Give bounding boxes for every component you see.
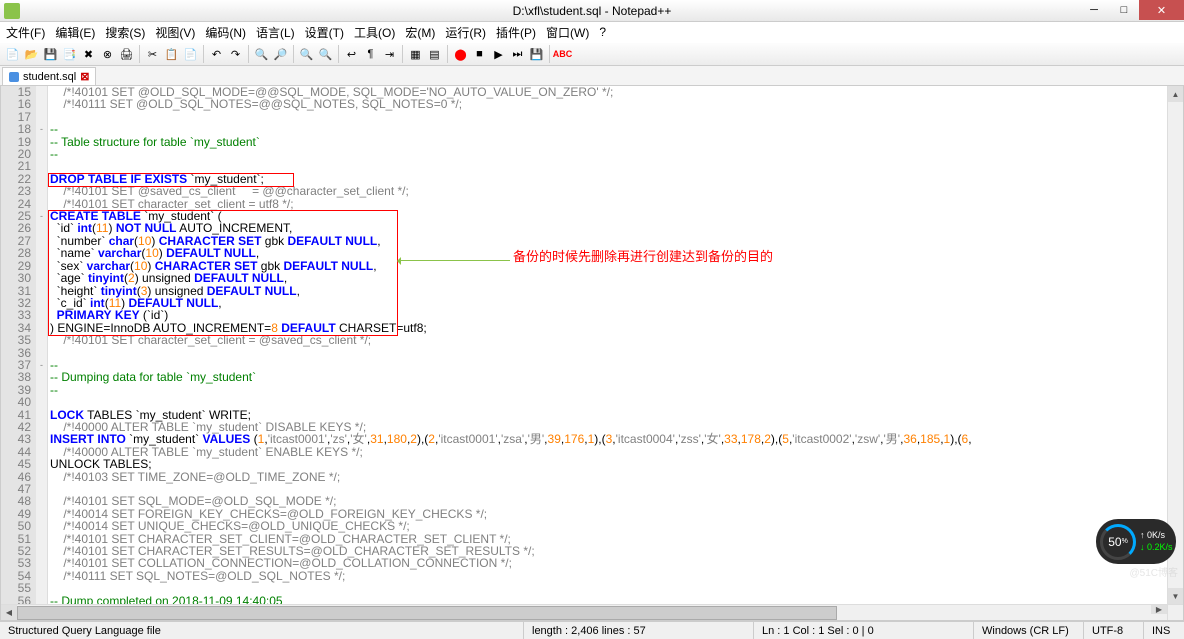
status-language: Structured Query Language file <box>0 622 524 639</box>
print-icon[interactable]: 🖨 <box>118 46 135 63</box>
status-eol: Windows (CR LF) <box>974 622 1084 639</box>
tab-bar: student.sql ⊠ <box>0 66 1184 86</box>
maximize-button[interactable]: □ <box>1109 0 1139 20</box>
close-icon[interactable]: ✖ <box>80 46 97 63</box>
network-widget[interactable]: 50% ↑ 0K/s ↓ 0.2K/s <box>1096 519 1176 564</box>
menu-item[interactable]: 窗口(W) <box>544 23 591 42</box>
tab-close-icon[interactable]: ⊠ <box>80 70 89 83</box>
saveall-icon[interactable]: 📑 <box>61 46 78 63</box>
annotation-text: 备份的时候先删除再进行创建达到备份的目的 <box>513 251 773 263</box>
paste-icon[interactable]: 📄 <box>182 46 199 63</box>
file-icon <box>9 72 19 82</box>
tab-label: student.sql <box>23 71 76 83</box>
savemacro-icon[interactable]: 💾 <box>528 46 545 63</box>
menu-bar: 文件(F) 编辑(E) 搜索(S) 视图(V) 编码(N) 语言(L) 设置(T) 工具(O)… <box>0 22 1184 42</box>
close-button[interactable]: ✕ <box>1139 0 1184 20</box>
minimize-button[interactable]: ─ <box>1079 0 1109 20</box>
play-icon[interactable]: ▶ <box>490 46 507 63</box>
toolbar: 📄 📂 💾 📑 ✖ ⊗ 🖨 ✂ 📋 📄 ↶ ↷ 🔍 🔎 🔍 🔍 ↩ ¶ ⇥ ▦ … <box>0 42 1184 66</box>
menu-item[interactable]: 编码(N) <box>203 23 248 42</box>
menu-item[interactable]: 宏(M) <box>403 23 437 42</box>
redo-icon[interactable]: ↷ <box>227 46 244 63</box>
scroll-down-icon[interactable]: ▼ <box>1168 588 1183 604</box>
menu-item[interactable]: 文件(F) <box>4 23 47 42</box>
fold-gutter[interactable]: - - - <box>36 86 48 620</box>
copy-icon[interactable]: 📋 <box>163 46 180 63</box>
save-icon[interactable]: 💾 <box>42 46 59 63</box>
menu-item[interactable]: ? <box>597 24 608 40</box>
status-insert: INS <box>1144 622 1184 639</box>
fold-icon[interactable]: ▦ <box>407 46 424 63</box>
menu-item[interactable]: 搜索(S) <box>103 23 147 42</box>
scroll-right-icon[interactable]: ▶ <box>1151 605 1167 614</box>
find-icon[interactable]: 🔍 <box>253 46 270 63</box>
cpu-percent: 50% <box>1100 524 1136 560</box>
menu-item[interactable]: 编辑(E) <box>53 23 97 42</box>
watermark: @51C博客 <box>1130 564 1179 579</box>
menu-item[interactable]: 视图(V) <box>153 23 197 42</box>
menu-item[interactable]: 插件(P) <box>494 23 538 42</box>
line-gutter: 1516171819202122232425262728293031323334… <box>1 86 36 620</box>
net-stats: ↑ 0K/s ↓ 0.2K/s <box>1140 530 1173 553</box>
tab-student-sql[interactable]: student.sql ⊠ <box>2 67 96 85</box>
invisible-icon[interactable]: ¶ <box>362 46 379 63</box>
closeall-icon[interactable]: ⊗ <box>99 46 116 63</box>
horizontal-scrollbar[interactable]: ◀ ▶ <box>1 604 1167 620</box>
scroll-up-icon[interactable]: ▲ <box>1168 86 1183 102</box>
scroll-corner <box>1167 604 1183 620</box>
zoomout-icon[interactable]: 🔍 <box>317 46 334 63</box>
stop-icon[interactable]: ■ <box>471 46 488 63</box>
scroll-left-icon[interactable]: ◀ <box>1 605 17 620</box>
app-icon <box>4 3 20 19</box>
unfold-icon[interactable]: ▤ <box>426 46 443 63</box>
open-icon[interactable]: 📂 <box>23 46 40 63</box>
cut-icon[interactable]: ✂ <box>144 46 161 63</box>
new-icon[interactable]: 📄 <box>4 46 21 63</box>
status-encoding: UTF-8 <box>1084 622 1144 639</box>
spellcheck-icon[interactable]: ABC <box>554 46 571 63</box>
menu-item[interactable]: 运行(R) <box>443 23 488 42</box>
title-bar: D:\xfl\student.sql - Notepad++ ─ □ ✕ <box>0 0 1184 22</box>
menu-item[interactable]: 工具(O) <box>352 23 397 42</box>
annotation-arrow <box>398 260 510 261</box>
indent-icon[interactable]: ⇥ <box>381 46 398 63</box>
zoomin-icon[interactable]: 🔍 <box>298 46 315 63</box>
status-bar: Structured Query Language file length : … <box>0 621 1184 639</box>
scroll-thumb[interactable] <box>17 606 837 620</box>
editor: 1516171819202122232425262728293031323334… <box>0 86 1184 621</box>
status-position: Ln : 1 Col : 1 Sel : 0 | 0 <box>754 622 974 639</box>
macro-icon[interactable]: ⬤ <box>452 46 469 63</box>
playrepeat-icon[interactable]: ⏭ <box>509 46 526 63</box>
code-area[interactable]: /*!40101 SET @OLD_SQL_MODE=@@SQL_MODE, S… <box>48 86 1183 620</box>
menu-item[interactable]: 语言(L) <box>254 23 297 42</box>
undo-icon[interactable]: ↶ <box>208 46 225 63</box>
replace-icon[interactable]: 🔎 <box>272 46 289 63</box>
wrap-icon[interactable]: ↩ <box>343 46 360 63</box>
window-title: D:\xfl\student.sql - Notepad++ <box>513 4 672 18</box>
menu-item[interactable]: 设置(T) <box>303 23 346 42</box>
status-length: length : 2,406 lines : 57 <box>524 622 754 639</box>
